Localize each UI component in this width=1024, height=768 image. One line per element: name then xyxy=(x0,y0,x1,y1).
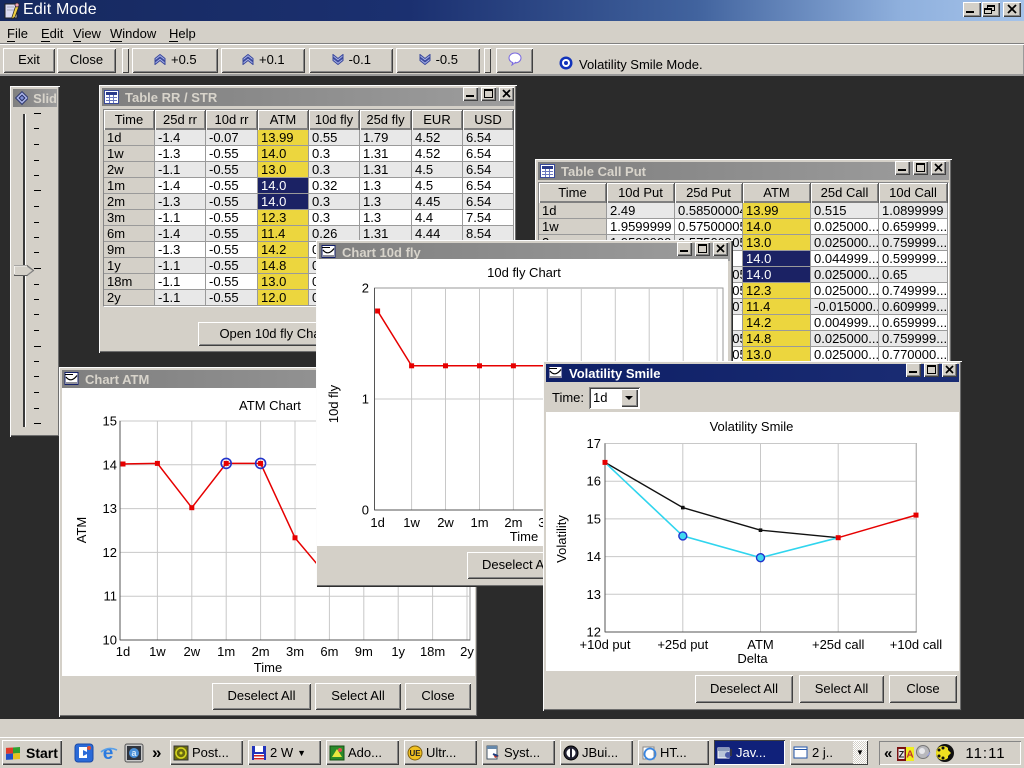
svg-text:15: 15 xyxy=(587,511,601,526)
svg-text:Delta: Delta xyxy=(737,651,768,666)
svg-text:e: e xyxy=(103,743,114,763)
svg-text:2y: 2y xyxy=(460,644,474,659)
svg-text:UE: UE xyxy=(409,749,421,758)
svg-text:A: A xyxy=(907,749,914,760)
svg-text:+25d put: +25d put xyxy=(657,637,708,652)
svg-text:1m: 1m xyxy=(470,515,488,530)
svg-text:ATM: ATM xyxy=(747,637,773,652)
svg-text:+10d call: +10d call xyxy=(890,637,943,652)
svg-text:Time: Time xyxy=(510,529,538,544)
svg-text:0: 0 xyxy=(362,503,369,518)
svg-text:3m: 3m xyxy=(286,644,304,659)
svg-text:+10d put: +10d put xyxy=(580,637,631,652)
svg-text:1d: 1d xyxy=(116,644,130,659)
svg-text:2m: 2m xyxy=(252,644,270,659)
svg-text:Volatility: Volatility xyxy=(554,515,569,563)
svg-text:2m: 2m xyxy=(504,515,522,530)
svg-text:10d fly Chart: 10d fly Chart xyxy=(487,265,561,280)
svg-text:17: 17 xyxy=(587,436,601,451)
svg-text:2: 2 xyxy=(362,281,369,296)
svg-text:13: 13 xyxy=(587,587,601,602)
svg-text:1w: 1w xyxy=(149,644,166,659)
svg-text:ATM Chart: ATM Chart xyxy=(239,398,301,413)
svg-text:1d: 1d xyxy=(370,515,384,530)
svg-text:+25d call: +25d call xyxy=(812,637,865,652)
svg-text:1: 1 xyxy=(362,392,369,407)
svg-text:13: 13 xyxy=(103,501,117,516)
svg-text:11: 11 xyxy=(104,589,118,604)
svg-text:2w: 2w xyxy=(437,515,454,530)
svg-text:14: 14 xyxy=(103,457,117,472)
svg-text:Volatility Smile: Volatility Smile xyxy=(710,419,794,434)
svg-text:Z: Z xyxy=(899,749,905,759)
svg-text:12: 12 xyxy=(103,545,117,560)
svg-text:1y: 1y xyxy=(391,644,405,659)
svg-text:2w: 2w xyxy=(183,644,200,659)
svg-text:Time: Time xyxy=(254,660,282,675)
svg-text:10d fly: 10d fly xyxy=(326,384,341,423)
svg-text:15: 15 xyxy=(103,414,117,429)
svg-text:ATM: ATM xyxy=(74,517,89,543)
svg-text:9m: 9m xyxy=(355,644,373,659)
svg-text:6m: 6m xyxy=(320,644,338,659)
svg-text:16: 16 xyxy=(587,474,601,489)
svg-text:1m: 1m xyxy=(217,644,235,659)
svg-text:14: 14 xyxy=(587,549,601,564)
svg-text:18m: 18m xyxy=(420,644,445,659)
svg-text:1w: 1w xyxy=(403,515,420,530)
